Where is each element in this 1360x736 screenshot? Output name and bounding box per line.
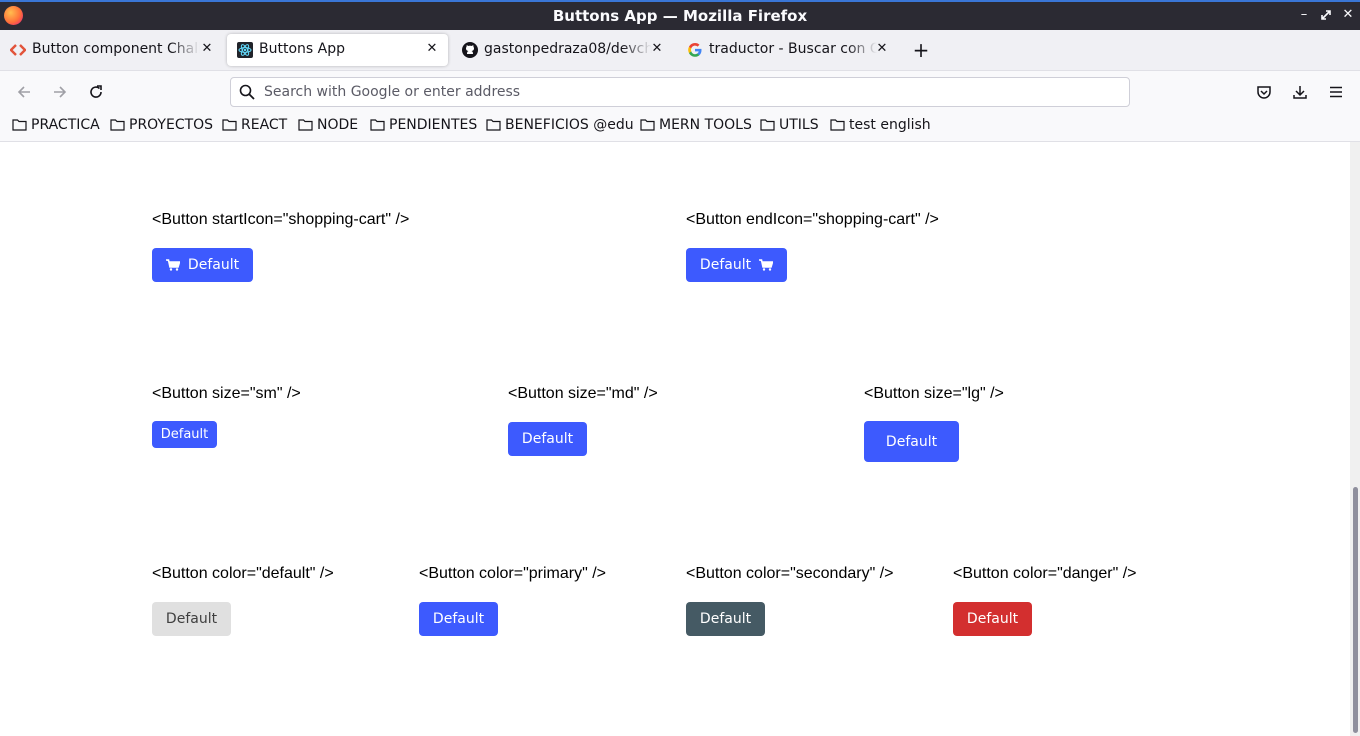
folder-icon [222,119,237,131]
bookmark-folder-node[interactable]: NODE [298,117,358,137]
button-label: Default [521,431,574,447]
bookmarks-toolbar: PRACTICA PROYECTOS REACT NODE PENDIENTES… [0,112,1360,142]
start-icon-code-label: <Button startIcon="shopping-cart" /> [152,211,410,228]
tab-buttons-app[interactable]: Buttons App ✕ [227,34,448,66]
bookmark-folder-beneficios[interactable]: BENEFICIOS @edu [486,117,634,137]
folder-icon [370,119,385,131]
folder-icon [640,119,655,131]
shopping-cart-icon [759,259,774,271]
button-label: Default [885,433,938,450]
size-lg-button[interactable]: Default [864,421,959,462]
size-lg-code-label: <Button size="lg" /> [864,385,1004,402]
button-label: Default [966,611,1019,627]
tab-label: Buttons App [259,41,419,57]
tab-label-fade [847,41,877,57]
size-sm-button[interactable]: Default [152,421,217,448]
color-danger-button[interactable]: Default [953,602,1032,636]
close-tab-icon[interactable]: ✕ [199,40,215,58]
tab-label: Button component Challe [32,41,200,57]
new-tab-plus-icon[interactable]: + [911,40,931,60]
url-bar[interactable] [230,77,1130,107]
folder-icon [760,119,775,131]
color-secondary-button[interactable]: Default [686,602,765,636]
hamburger-menu-icon[interactable] [1326,82,1346,102]
back-arrow-icon[interactable] [14,82,34,102]
close-tab-icon[interactable]: ✕ [649,40,665,58]
button-label: Default [187,257,240,273]
tab-google-translate-search[interactable]: traductor - Buscar con Go ✕ [677,34,899,66]
end-icon-code-label: <Button endIcon="shopping-cart" /> [686,211,939,228]
react-icon [237,42,253,58]
search-icon [239,84,255,100]
bookmark-folder-utils[interactable]: UTILS [760,117,819,137]
tab-label: gastonpedraza08/devcha [484,41,652,57]
button-label: Default [699,611,752,627]
button-label: Default [165,611,218,627]
github-icon [462,42,478,58]
size-sm-code-label: <Button size="sm" /> [152,385,301,402]
bookmark-folder-practica[interactable]: PRACTICA [12,117,100,137]
color-danger-code-label: <Button color="danger" /> [953,565,1137,582]
tab-button-component-challenge[interactable]: Button component Challe ✕ [0,34,222,66]
folder-icon [486,119,501,131]
bookmark-folder-test-english[interactable]: test english [830,117,931,137]
google-icon [688,43,702,57]
folder-icon [830,119,845,131]
size-md-button[interactable]: Default [508,422,587,456]
button-label: Default [160,427,209,442]
tab-label-fade [622,41,652,57]
tab-bar: Button component Challe ✕ Buttons App ✕ … [0,30,1360,70]
bookmark-folder-react[interactable]: REACT [222,117,287,137]
shopping-cart-icon [165,259,180,271]
color-default-button[interactable]: Default [152,602,231,636]
forward-arrow-icon[interactable] [50,82,70,102]
devchallenges-icon [10,44,26,56]
reload-icon[interactable] [86,82,106,102]
address-input[interactable] [264,82,1114,102]
tab-label-fade [170,41,200,57]
end-icon-button[interactable]: Default [686,248,787,282]
downloads-icon[interactable] [1290,82,1310,102]
folder-icon [110,119,125,131]
color-primary-button[interactable]: Default [419,602,498,636]
size-md-code-label: <Button size="md" /> [508,385,658,402]
button-label: Default [699,257,752,273]
color-default-code-label: <Button color="default" /> [152,565,334,582]
page-content: <Button startIcon="shopping-cart" /> Def… [0,142,1350,736]
color-primary-code-label: <Button color="primary" /> [419,565,606,582]
maximize-icon[interactable] [1318,6,1334,24]
color-secondary-code-label: <Button color="secondary" /> [686,565,894,582]
window-titlebar: Buttons App — Mozilla Firefox – ✕ [0,0,1360,30]
tab-label-fade [389,41,419,57]
close-window-icon[interactable]: ✕ [1340,6,1356,24]
folder-icon [12,119,27,131]
navigation-toolbar [0,70,1360,112]
bookmark-folder-pendientes[interactable]: PENDIENTES [370,117,477,137]
start-icon-button[interactable]: Default [152,248,253,282]
window-title: Buttons App — Mozilla Firefox [552,7,808,25]
close-tab-icon[interactable]: ✕ [424,40,440,58]
bookmark-folder-proyectos[interactable]: PROYECTOS [110,117,213,137]
button-label: Default [432,611,485,627]
tab-github[interactable]: gastonpedraza08/devcha ✕ [452,34,674,66]
pocket-icon[interactable] [1254,82,1274,102]
scrollbar-thumb[interactable] [1353,487,1358,733]
minimize-icon[interactable]: – [1296,6,1312,24]
close-tab-icon[interactable]: ✕ [874,40,890,58]
folder-icon [298,119,313,131]
bookmark-folder-mern-tools[interactable]: MERN TOOLS [640,117,752,137]
page-scrollbar[interactable] [1350,142,1360,736]
tab-label: traductor - Buscar con Go [709,41,877,57]
